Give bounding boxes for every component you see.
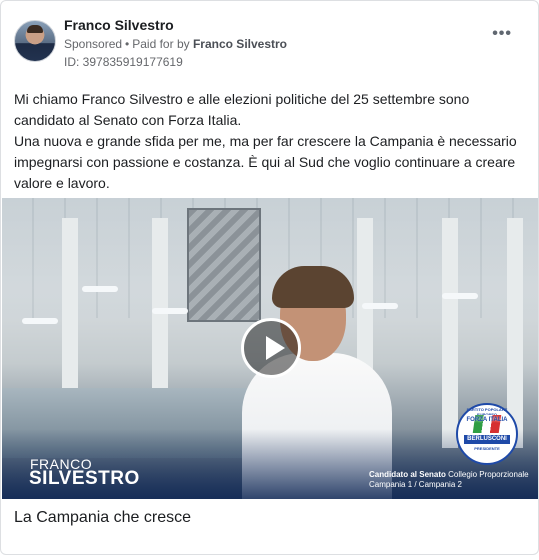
post-text: Mi chiamo Franco Silvestro e alle elezio… <box>14 89 524 194</box>
candidacy-district: Campania 1 / Campania 2 <box>369 480 462 489</box>
play-icon[interactable] <box>241 318 301 378</box>
avatar[interactable] <box>14 20 56 62</box>
factory-pillar <box>442 218 458 448</box>
logo-leader-title: PRESIDENTE <box>474 446 500 451</box>
logo-leader-name: BERLUSCONI <box>464 435 510 444</box>
ad-card: Franco Silvestro Sponsored • Paid for by F… <box>0 0 539 555</box>
author-name[interactable]: Franco Silvestro <box>64 17 174 33</box>
forza-italia-logo: PARTITO POPOLARE EUROPEO FORZA ITALIA BE… <box>456 403 518 465</box>
logo-party-name: FORZA ITALIA <box>466 417 508 423</box>
video-caption[interactable]: La Campania che cresce <box>14 509 191 527</box>
post-header: Franco Silvestro Sponsored • Paid for by F… <box>13 15 526 75</box>
video-player[interactable]: FRANCO SILVESTRO Candidato al Senato Col… <box>2 198 538 499</box>
ad-id: ID: 397835919177619 <box>64 55 183 69</box>
ceiling-lamp <box>82 286 118 292</box>
post-paragraph-2: Una nuova e grande sfida per me, ma per … <box>14 133 517 191</box>
candidacy-college: Collegio Proporzionale <box>448 470 529 479</box>
sponsored-label: Sponsored <box>64 37 123 51</box>
more-options-icon[interactable]: ••• <box>492 26 512 42</box>
separator-dot: • <box>125 37 130 51</box>
candidacy-label: Candidato al Senato Collegio Proporziona… <box>369 470 529 490</box>
ceiling-lamp <box>442 293 478 299</box>
paid-for-prefix: Paid for by <box>132 37 190 51</box>
overlay-last-name: SILVESTRO <box>29 468 140 489</box>
sponsor-line: Sponsored • Paid for by Franco Silvestro <box>64 37 287 51</box>
paid-by-name: Franco Silvestro <box>192 37 287 51</box>
ceiling-lamp <box>152 308 188 314</box>
post-paragraph-1: Mi chiamo Franco Silvestro e alle elezio… <box>14 91 470 128</box>
presenter-hair <box>272 266 354 308</box>
ceiling-lamp <box>22 318 58 324</box>
candidacy-title: Candidato al Senato <box>369 470 446 479</box>
